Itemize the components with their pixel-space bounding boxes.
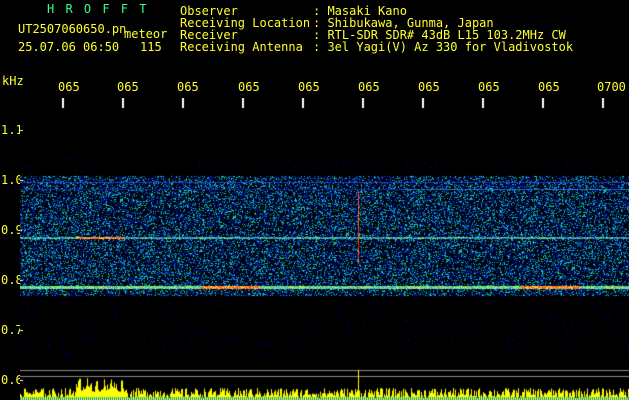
x-tick-label: 065 [358, 80, 380, 94]
x-tick-label: 065 [478, 80, 500, 94]
count-label: 115 [140, 40, 162, 54]
filename-label: UT2507060650.pn [18, 22, 127, 36]
datetime-label: 25.07.06 06:50 [18, 40, 120, 54]
x-tick-label: 065 [418, 80, 440, 94]
x-tick-label: 065 [238, 80, 260, 94]
x-tick-label: 065 [58, 80, 80, 94]
x-tick-label: 065 [117, 80, 139, 94]
antenna-label: Receiving Antenna [180, 40, 303, 54]
x-tick-label: 065 [538, 80, 560, 94]
app-logo: H R O F F T [47, 2, 149, 16]
x-tick-label: 0700 [597, 80, 626, 94]
spectrogram-plot [20, 98, 629, 400]
y-unit-label: kHz [2, 74, 24, 88]
mode-label: meteor [124, 27, 168, 41]
antenna-value: : 3el Yagi(V) Az 330 for Vladivostok [313, 40, 574, 54]
x-tick-label: 065 [298, 80, 320, 94]
x-tick-label: 065 [177, 80, 199, 94]
